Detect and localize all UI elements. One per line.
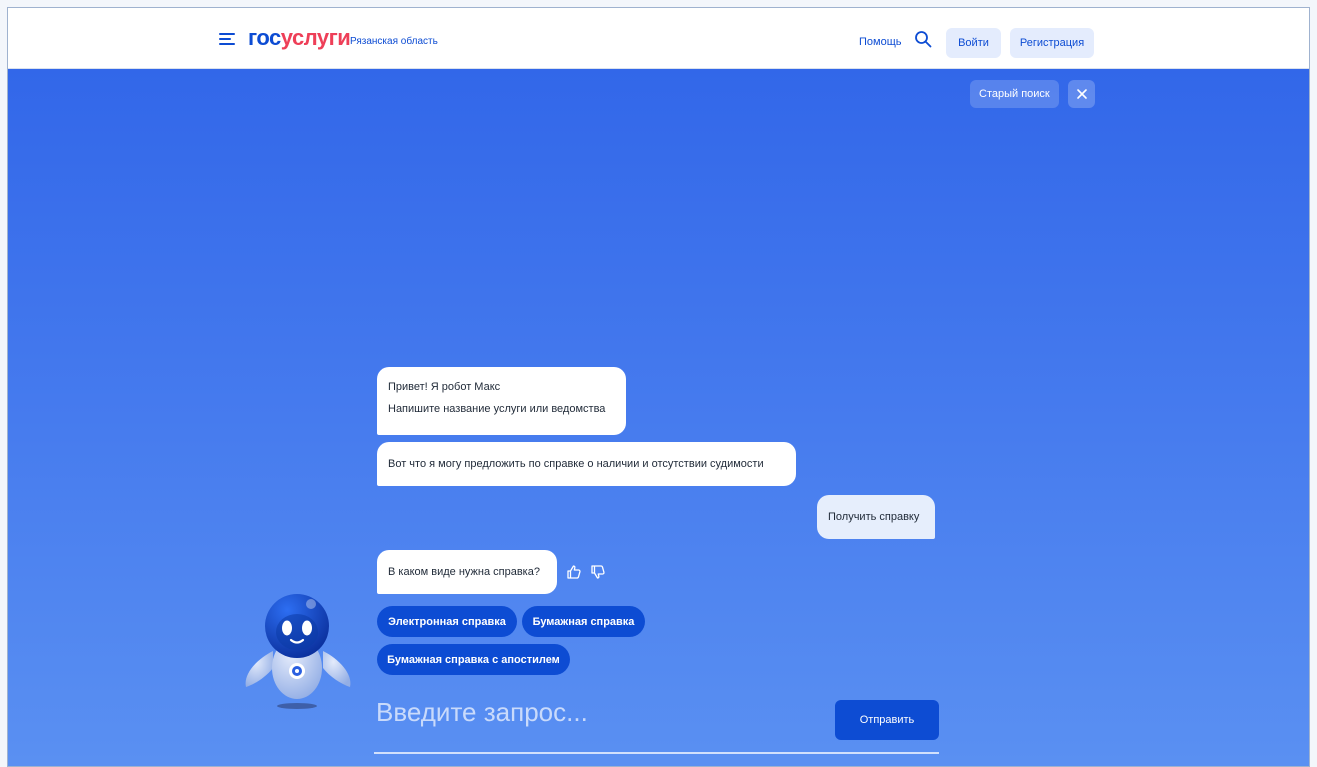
bot-offer-message: Вот что я могу предложить по справке о н… xyxy=(377,442,796,486)
option-paper-certificate[interactable]: Бумажная справка xyxy=(522,606,645,637)
user-message: Получить справку xyxy=(817,495,935,539)
browser-viewport: госуслуги Рязанская область Помощь Войти… xyxy=(7,7,1310,767)
robot-max-avatar xyxy=(245,594,351,709)
register-button[interactable]: Регистрация xyxy=(1010,28,1094,58)
bot-question-message: В каком виде нужна справка? xyxy=(377,550,557,594)
bot-offer-text: Вот что я могу предложить по справке о н… xyxy=(388,458,764,470)
close-icon xyxy=(1076,89,1087,99)
bot-greeting-line1: Привет! Я робот Макс xyxy=(388,381,501,393)
old-search-button[interactable]: Старый поиск xyxy=(970,80,1059,108)
menu-icon[interactable] xyxy=(219,33,235,45)
bot-greeting-message: Привет! Я робот Макс Напишите название у… xyxy=(377,367,626,435)
bot-question-text: В каком виде нужна справка? xyxy=(388,566,540,578)
region-selector[interactable]: Рязанская область xyxy=(350,36,438,47)
close-button[interactable] xyxy=(1068,80,1095,108)
gosuslugi-logo[interactable]: госуслуги xyxy=(248,25,351,51)
login-button[interactable]: Войти xyxy=(946,28,1001,58)
send-button[interactable]: Отправить xyxy=(835,700,939,740)
option-electronic-certificate[interactable]: Электронная справка xyxy=(377,606,517,637)
user-message-text: Получить справку xyxy=(828,511,920,523)
logo-text-part1: гос xyxy=(248,25,281,50)
thumbs-down-icon[interactable] xyxy=(590,564,606,580)
search-icon[interactable] xyxy=(914,30,932,48)
query-input[interactable] xyxy=(374,691,836,733)
help-link[interactable]: Помощь xyxy=(859,36,902,48)
logo-text-part2: услуги xyxy=(280,25,351,50)
chat-area: Старый поиск Привет! Я робот Макс Напиши… xyxy=(8,69,1309,766)
site-header: госуслуги Рязанская область Помощь Войти… xyxy=(8,8,1309,69)
option-paper-certificate-apostille[interactable]: Бумажная справка с апостилем xyxy=(377,644,570,675)
thumbs-up-icon[interactable] xyxy=(566,564,582,580)
input-underline xyxy=(374,752,939,754)
bot-greeting-line2: Напишите название услуги или ведомства xyxy=(388,403,606,415)
